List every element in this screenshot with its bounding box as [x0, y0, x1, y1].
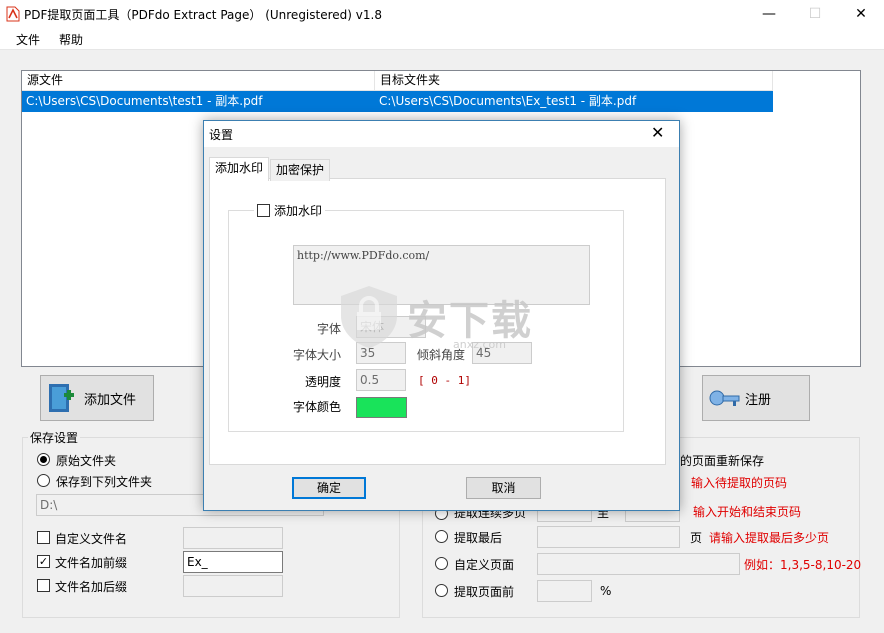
original-folder-radio[interactable]	[37, 453, 50, 466]
custom-pages-label: 自定义页面	[454, 558, 515, 572]
add-file-label: 添加文件	[84, 392, 137, 408]
font-color-swatch[interactable]	[356, 397, 407, 418]
tilt-input[interactable]: 45	[472, 342, 532, 364]
last-pages-radio[interactable]	[435, 530, 448, 543]
hint-last: 请输入提取最后多少页	[709, 531, 830, 545]
watermark-group	[228, 210, 624, 432]
filename-prefix-label: 文件名加前缀	[55, 556, 128, 570]
column-header-target[interactable]: 目标文件夹	[375, 71, 773, 91]
font-size-label: 字体大小	[293, 348, 342, 362]
menu-file[interactable]: 文件	[16, 31, 40, 48]
add-file-button[interactable]: 添加文件	[40, 375, 154, 421]
last-pages-input[interactable]	[537, 526, 680, 548]
row-source-cell[interactable]: C:\Users\CS\Documents\test1 - 副本.pdf	[22, 91, 375, 112]
resave-label: 的页面重新保存	[680, 454, 765, 468]
cancel-button[interactable]: 取消	[466, 477, 541, 499]
filename-suffix-input[interactable]	[183, 575, 283, 597]
custom-filename-checkbox[interactable]	[37, 531, 50, 544]
app-icon	[6, 6, 20, 22]
register-label: 注册	[745, 392, 772, 408]
tab-add-watermark[interactable]: 添加水印	[209, 157, 270, 181]
hint-range: 输入开始和结束页码	[693, 505, 802, 519]
front-pages-label: 提取页面前	[454, 585, 515, 599]
dialog-close-button[interactable]: ✕	[651, 123, 664, 142]
opacity-label: 透明度	[305, 375, 342, 389]
maximize-button[interactable]: ☐	[792, 0, 838, 28]
book-icon	[49, 384, 74, 412]
register-button[interactable]: 注册	[702, 375, 810, 421]
dialog-title-bar: 设置 ✕	[204, 121, 679, 147]
custom-pages-input[interactable]	[537, 553, 740, 575]
close-button[interactable]: ✕	[838, 0, 884, 28]
save-settings-title: 保存设置	[28, 429, 81, 446]
font-color-label: 字体颜色	[293, 400, 342, 414]
tilt-label: 倾斜角度	[417, 348, 466, 362]
ok-button[interactable]: 确定	[292, 477, 366, 499]
custom-filename-label: 自定义文件名	[55, 532, 128, 546]
percent-label: %	[600, 584, 612, 598]
tab-encryption[interactable]: 加密保护	[270, 159, 331, 181]
add-watermark-option[interactable]: 添加水印	[254, 202, 326, 219]
filename-prefix-checkbox[interactable]: ✓	[37, 555, 50, 568]
hint-custom: 例如：1,3,5-8,10-20	[744, 558, 862, 572]
opacity-input[interactable]: 0.5	[356, 369, 406, 391]
last-pages-unit: 页	[690, 531, 703, 545]
original-folder-label: 原始文件夹	[56, 454, 117, 468]
front-pages-radio[interactable]	[435, 584, 448, 597]
hint-pages: 输入待提取的页码	[691, 476, 788, 490]
save-to-folder-radio[interactable]	[37, 474, 50, 487]
save-to-folder-label: 保存到下列文件夹	[56, 475, 153, 489]
add-watermark-label: 添加水印	[274, 204, 323, 218]
watermark-text-area[interactable]: http://www.PDFdo.com/	[293, 245, 590, 305]
font-select[interactable]: 宋体	[356, 316, 426, 338]
custom-filename-input[interactable]	[183, 527, 283, 549]
settings-dialog: 设置 ✕ 添加水印 加密保护 添加水印 http://www.PDFdo.com…	[203, 120, 680, 511]
row-target-cell[interactable]: C:\Users\CS\Documents\Ex_test1 - 副本.pdf	[375, 91, 773, 112]
add-watermark-checkbox[interactable]	[257, 204, 270, 217]
minimize-button[interactable]: —	[746, 0, 792, 28]
last-pages-label: 提取最后	[454, 531, 503, 545]
window-title: PDF提取页面工具（PDFdo Extract Page） (Unregiste…	[24, 8, 382, 22]
filename-prefix-input[interactable]: Ex_	[183, 551, 283, 573]
front-pages-input[interactable]	[537, 580, 592, 602]
font-size-input[interactable]: 35	[356, 342, 406, 364]
key-icon	[709, 390, 740, 406]
dialog-title: 设置	[209, 128, 234, 142]
filename-suffix-label: 文件名加后缀	[55, 580, 128, 594]
menu-help[interactable]: 帮助	[59, 31, 83, 48]
opacity-hint: [ 0 - 1]	[418, 374, 471, 387]
custom-pages-radio[interactable]	[435, 557, 448, 570]
font-label: 字体	[317, 322, 342, 336]
menu-bar: 文件 帮助	[0, 28, 884, 50]
title-bar: PDF提取页面工具（PDFdo Extract Page） (Unregiste…	[0, 0, 884, 28]
column-header-source[interactable]: 源文件	[22, 71, 375, 91]
filename-suffix-checkbox[interactable]	[37, 579, 50, 592]
